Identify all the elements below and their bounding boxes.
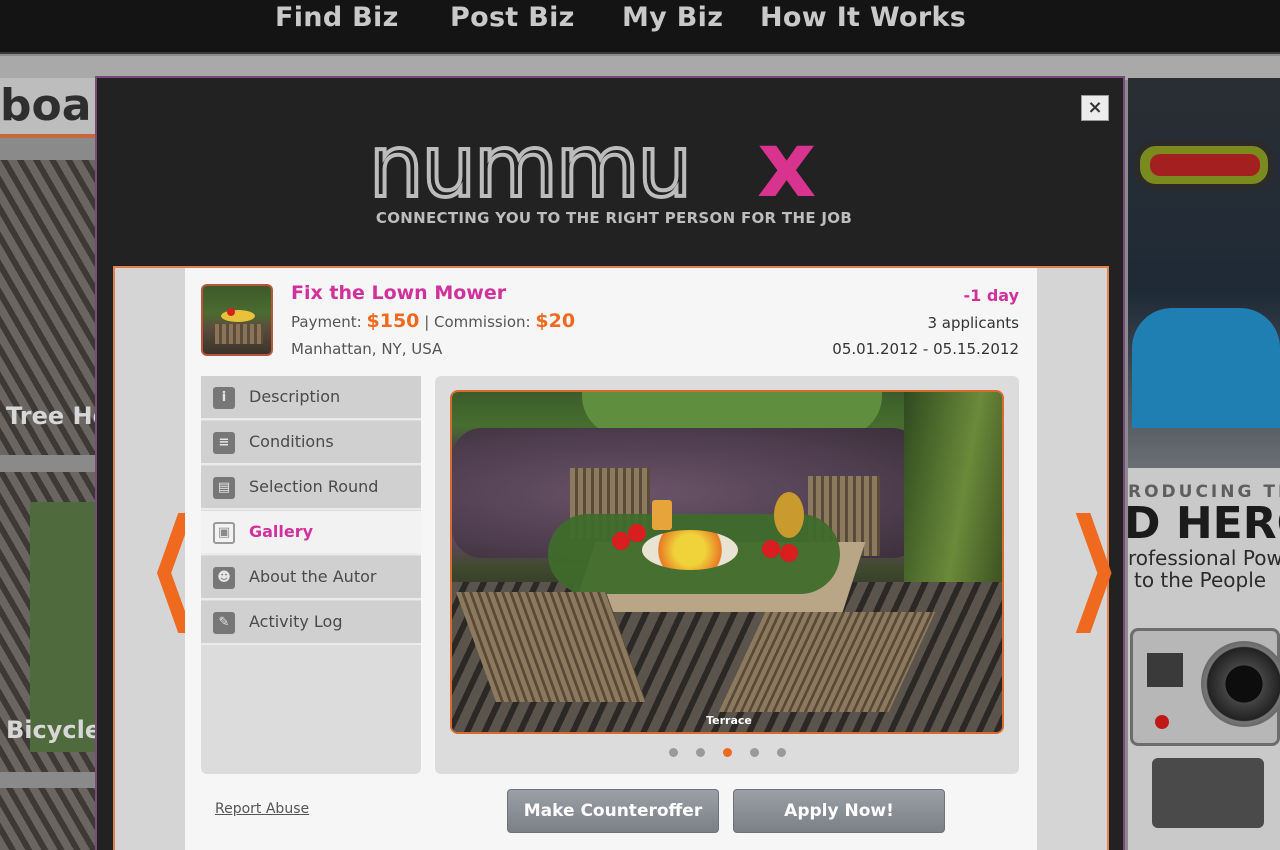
ad-text-line: rofessional Powe — [1128, 546, 1280, 570]
nummux-logo: nummu x — [369, 124, 816, 214]
background-card-image — [0, 788, 96, 850]
report-abuse-link[interactable]: Report Abuse — [215, 801, 309, 817]
info-icon: i — [213, 387, 235, 409]
gallery-dot[interactable] — [695, 748, 705, 757]
logo-accent: x — [757, 124, 816, 214]
menu-item-label: Conditions — [249, 432, 334, 451]
list-icon: ≡ — [213, 432, 235, 454]
payment-label: Payment: — [291, 313, 362, 331]
nav-post-biz[interactable]: Post Biz — [450, 2, 575, 33]
next-job-arrow-icon[interactable]: ❯ — [1066, 504, 1121, 624]
gallery-panel: Terrace — [435, 376, 1019, 774]
job-panel: ❮ ❯ Fix the Lown Mower Payment: $150 | C… — [113, 266, 1121, 850]
nav-how-it-works[interactable]: How It Works — [760, 2, 966, 33]
gallery-dot[interactable] — [776, 748, 786, 757]
background-listing-card[interactable] — [0, 788, 96, 850]
gallery-pagination — [435, 748, 1019, 757]
menu-item-label: Activity Log — [249, 612, 343, 631]
job-detail-modal: × nummu x CONNECTING YOU TO THE RIGHT PE… — [95, 76, 1125, 850]
background-listing-card[interactable]: Bicycle — [0, 472, 96, 772]
deadline-badge: -1 day — [963, 286, 1019, 305]
make-counteroffer-button[interactable]: Make Counteroffer — [507, 789, 719, 833]
separator: | — [424, 313, 430, 331]
gallery-photo[interactable]: Terrace — [450, 390, 1004, 734]
ad-text-line: to the People — [1134, 568, 1267, 592]
payment-amount: $150 — [366, 310, 420, 332]
nav-my-biz[interactable]: My Biz — [622, 2, 723, 33]
close-button[interactable]: × — [1081, 95, 1109, 121]
background-title-text: boar — [0, 80, 98, 131]
job-section-menu: i Description ≡ Conditions ▤ Selection R… — [201, 376, 421, 774]
nav-find-biz[interactable]: Find Biz — [275, 2, 399, 33]
background-title-underline — [0, 134, 98, 138]
job-content: Fix the Lown Mower Payment: $150 | Commi… — [185, 268, 1037, 850]
checklist-icon: ▤ — [213, 477, 235, 499]
camera-lens-icon — [1201, 641, 1280, 727]
user-icon: ☻ — [213, 567, 235, 589]
menu-item-label: Gallery — [249, 522, 314, 541]
background-page-title: boar — [0, 78, 98, 138]
menu-item-label: Selection Round — [249, 477, 379, 496]
job-location: Manhattan, NY, USA — [291, 340, 443, 358]
menu-item-selection-round[interactable]: ▤ Selection Round — [201, 466, 421, 510]
applicant-count: 3 applicants — [927, 314, 1019, 332]
menu-item-activity-log[interactable]: ✎ Activity Log — [201, 601, 421, 645]
job-title[interactable]: Fix the Lown Mower — [291, 282, 506, 304]
gallery-dot[interactable] — [722, 748, 732, 757]
ad-goggles — [1134, 140, 1274, 190]
apply-now-button[interactable]: Apply Now! — [733, 789, 945, 833]
menu-item-conditions[interactable]: ≡ Conditions — [201, 421, 421, 465]
ad-jersey — [1132, 308, 1280, 428]
tagline: CONNECTING YOU TO THE RIGHT PERSON FOR T… — [375, 209, 853, 227]
top-navigation: Find Biz Post Biz My Biz How It Works — [0, 0, 1280, 54]
logo-wordmark: nummu — [369, 124, 690, 214]
image-icon: ▣ — [213, 522, 235, 544]
menu-item-label: About the Autor — [249, 567, 377, 586]
ad-headline: D HERO2 — [1128, 498, 1280, 549]
advertisement-banner[interactable]: RODUCING TH D HERO2 rofessional Powe to … — [1128, 78, 1280, 850]
ad-camera-mount — [1152, 758, 1264, 828]
ad-camera-image — [1130, 628, 1280, 746]
job-thumbnail[interactable] — [201, 284, 273, 356]
menu-item-about-author[interactable]: ☻ About the Autor — [201, 556, 421, 600]
photo-caption: Terrace — [706, 714, 752, 727]
menu-item-gallery[interactable]: ▣ Gallery — [201, 511, 421, 555]
background-card-label: Tree Ho — [6, 402, 96, 430]
gallery-dot[interactable] — [749, 748, 759, 757]
menu-item-label: Description — [249, 387, 341, 406]
job-date-range: 05.01.2012 - 05.15.2012 — [832, 340, 1019, 358]
background-card-label: Bicycle — [6, 716, 96, 744]
payment-line: Payment: $150 | Commission: $20 — [291, 310, 575, 332]
menu-item-description[interactable]: i Description — [201, 376, 421, 420]
background-listing-card[interactable]: Tree Ho — [0, 160, 96, 455]
commission-label: Commission: — [434, 313, 531, 331]
edit-icon: ✎ — [213, 612, 235, 634]
commission-amount: $20 — [535, 310, 576, 332]
background-card-foliage — [30, 502, 96, 752]
gallery-dot[interactable] — [668, 748, 678, 757]
